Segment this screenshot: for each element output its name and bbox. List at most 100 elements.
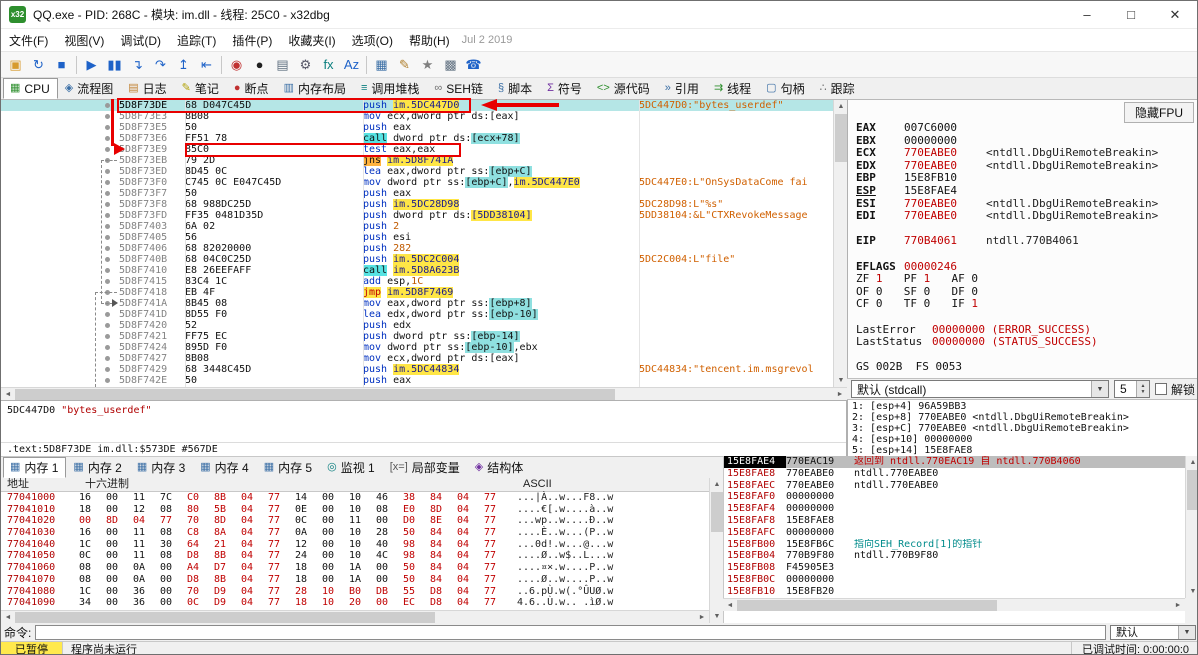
disasm-row[interactable]: 5D8F7410 E8 26EEFAFF call im.5D8A623B	[1, 265, 833, 276]
stack-argument-line[interactable]: 3: [esp+C] 770EABE0 <ntdll.DbgUiRemoteBr…	[852, 423, 1197, 434]
disasm-vscrollbar[interactable]: ▲ ▼	[833, 100, 847, 387]
tab-symbols[interactable]: Σ 符号	[540, 78, 590, 99]
stack-argument-line[interactable]: 1: [esp+4] 96A59BB3	[852, 401, 1197, 412]
open-file-button[interactable]: ▣	[4, 54, 27, 76]
scroll-up-icon[interactable]: ▲	[1186, 456, 1197, 469]
scroll-thumb[interactable]	[1187, 470, 1197, 510]
register-row[interactable]: EIP 770B4061 ntdll.770B4061	[856, 235, 1197, 248]
breakpoint-dot[interactable]	[105, 136, 110, 141]
memory-page-button[interactable]: ▤	[271, 54, 294, 76]
run-button[interactable]: ▶	[80, 54, 103, 76]
breakpoint-dot[interactable]	[105, 246, 110, 251]
breakpoint-dot[interactable]	[105, 213, 110, 218]
patches-button[interactable]: ▦	[370, 54, 393, 76]
breakpoint-dot[interactable]	[105, 356, 110, 361]
disasm-row[interactable]: 5D8F7405 56 push esi	[1, 232, 833, 243]
stack-row[interactable]: 15E8FAE8 770EABE0 ntdll.770EABE0	[724, 468, 1185, 480]
scroll-right-icon[interactable]: ►	[695, 611, 709, 624]
dump-row[interactable]: 77041050 0C 00 11 08 D8 8B 04 77 24 00 10 4C 98 84 04 77…	[1, 550, 709, 562]
unlock-checkbox[interactable]	[1154, 383, 1167, 395]
disasm-row[interactable]: 5D8F7421 FF75 EC push dword ptr ss:[ebp-14…	[1, 331, 833, 342]
dump-row[interactable]: 77041080 1C 00 36 00 70 D9 04 77 28 10 B0 DB 55 D8 04 77…	[1, 586, 709, 598]
chevron-down-icon[interactable]: ▼	[1178, 625, 1195, 639]
tab-call-stack[interactable]: ≡ 调用堆栈	[354, 78, 427, 99]
tab-source[interactable]: <> 源代码	[590, 78, 658, 99]
disasm-row[interactable]: 5D8F740B 68 04C0C25D push im.5DC2C004 5DC2C…	[1, 254, 833, 265]
disasm-row[interactable]: 5D8F73FD FF35 0481D35D push dword ptr ds:[…	[1, 210, 833, 221]
tab-cpu[interactable]: ▦ CPU	[3, 78, 58, 99]
disasm-row[interactable]: 5D8F7406 68 82020000 push 282	[1, 243, 833, 254]
breakpoint-dot[interactable]	[105, 378, 110, 383]
dump-row[interactable]: 77041060 08 00 0A 00 A4 D7 04 77 18 00 1A 00 50 84 04 77…	[1, 562, 709, 574]
disasm-row[interactable]: 5D8F7415 83C4 1C add esp,1C	[1, 276, 833, 287]
stack-argument-line[interactable]: 2: [esp+8] 770EABE0 <ntdll.DbgUiRemoteBr…	[852, 412, 1197, 423]
disasm-row[interactable]: 5D8F73F8 68 988DC25D push im.5DC28D98 5DC28…	[1, 199, 833, 210]
breakpoint-dot[interactable]	[105, 191, 110, 196]
breakpoints-button[interactable]: ●	[248, 54, 271, 76]
scroll-left-icon[interactable]: ◄	[1, 388, 15, 401]
disasm-row[interactable]: 5D8F73ED 8D45 0C lea eax,dword ptr ss:[ebp…	[1, 166, 833, 177]
menu-item[interactable]: 插件(P)	[224, 29, 280, 52]
breakpoint-dot[interactable]	[105, 334, 110, 339]
scroll-down-icon[interactable]: ▼	[1186, 585, 1197, 598]
arg-count-stepper[interactable]: 5 ▲ ▼	[1113, 380, 1150, 398]
dump-row[interactable]: 77041070 08 00 0A 00 D8 8B 04 77 18 00 1A 00 50 84 04 77…	[1, 574, 709, 586]
command-input[interactable]	[35, 624, 1106, 640]
pause-button[interactable]: ▮▮	[103, 54, 126, 76]
tab-trace[interactable]: ∴ 跟踪	[813, 78, 863, 99]
breakpoint-dot[interactable]	[105, 169, 110, 174]
stack-argument-line[interactable]: 5: [esp+14] 15E8FAE8	[852, 445, 1197, 456]
disasm-row[interactable]: 5D8F73E5 50 push eax	[1, 122, 833, 133]
dump-row[interactable]: 77041040 1C 00 11 30 64 21 04 77 12 00 10 40 98 84 04 77…	[1, 539, 709, 551]
breakpoint-dot[interactable]	[105, 268, 110, 273]
stack-row[interactable]: 15E8FB00 15E8FB6C 指向SEH_Record[1]的指针	[724, 539, 1185, 551]
breakpoint-dot[interactable]	[105, 125, 110, 130]
stack-row[interactable]: 15E8FAE4 770EAC19 返回到 ntdll.770EAC19 自 ntd…	[724, 456, 1185, 468]
step-out-button[interactable]: ↥	[172, 54, 195, 76]
scroll-thumb[interactable]	[15, 389, 615, 400]
breakpoint-dot[interactable]	[105, 323, 110, 328]
breakpoint-dot[interactable]	[105, 312, 110, 317]
step-into-button[interactable]: ↴	[126, 54, 149, 76]
stack-hscrollbar[interactable]: ◄ ►	[723, 598, 1185, 611]
step-over-button[interactable]: ↷	[149, 54, 172, 76]
stack-row[interactable]: 15E8FAF4 00000000	[724, 503, 1185, 515]
dump-hscrollbar[interactable]: ◄ ►	[1, 610, 709, 623]
tab-notes[interactable]: ✎ 笔记	[175, 78, 227, 99]
disasm-row[interactable]: 5D8F73F0 C745 0C E047C45D mov dword ptr ss…	[1, 177, 833, 188]
breakpoint-dot[interactable]	[105, 279, 110, 284]
menu-item[interactable]: 选项(O)	[344, 29, 401, 52]
scroll-left-icon[interactable]: ◄	[1, 611, 15, 624]
chevron-down-icon[interactable]: ▼	[1090, 381, 1108, 397]
breakpoint-dot[interactable]	[105, 147, 110, 152]
breakpoint-dot[interactable]	[105, 345, 110, 350]
disasm-row[interactable]: 5D8F741A 8B45 08 mov eax,dword ptr ss:[ebp…	[1, 298, 833, 309]
dump-row[interactable]: 77041030 16 00 11 08 C8 8A 04 77 0A 00 10 28 50 84 04 77…	[1, 527, 709, 539]
favourites-button[interactable]: ★	[416, 54, 439, 76]
stack-row[interactable]: 15E8FB10 15E8FB20	[724, 586, 1185, 598]
scroll-thumb[interactable]	[835, 114, 847, 162]
tab-seh[interactable]: ∞ SEH链	[427, 78, 491, 99]
register-row[interactable]: ECX 770EABE0 <ntdll.DbgUiRemoteBreakin>	[856, 146, 1197, 160]
stack-row[interactable]: 15E8FB0C 00000000	[724, 574, 1185, 586]
menu-item[interactable]: 文件(F)	[1, 29, 56, 52]
tab-locals[interactable]: [x=] 局部变量	[383, 457, 468, 478]
unlock-toggle[interactable]: 解锁	[1154, 381, 1195, 398]
breakpoint-dot[interactable]	[105, 235, 110, 240]
stack-row[interactable]: 15E8FAFC 00000000	[724, 527, 1185, 539]
disasm-row[interactable]: 5D8F7424 895D F0 mov dword ptr ss:[ebp-10]…	[1, 342, 833, 353]
font-size-button[interactable]: Az	[340, 54, 363, 76]
stack-row[interactable]: 15E8FB08 F45905E3	[724, 562, 1185, 574]
scroll-thumb[interactable]	[737, 600, 997, 611]
disasm-row[interactable]: 5D8F742E 50 push eax	[1, 375, 833, 386]
tab-dump2[interactable]: ▦ 内存 2	[66, 457, 129, 478]
dump-row[interactable]: 77041000 16 00 11 7C C0 8B 04 77 14 00 10 46 38 84 04 77…	[1, 492, 709, 504]
dump-vscrollbar[interactable]: ▲ ▼	[709, 478, 723, 623]
tab-references[interactable]: » 引用	[658, 78, 707, 99]
menu-item[interactable]: 追踪(T)	[169, 29, 224, 52]
calling-convention-dropdown[interactable]: 默认 (stdcall) ▼	[851, 380, 1109, 398]
close-button[interactable]: ✕	[1153, 1, 1197, 29]
scroll-left-icon[interactable]: ◄	[723, 599, 737, 612]
stack-row[interactable]: 15E8FB04 770B9F80 ntdll.770B9F80	[724, 550, 1185, 562]
tab-script[interactable]: § 脚本	[491, 78, 540, 99]
